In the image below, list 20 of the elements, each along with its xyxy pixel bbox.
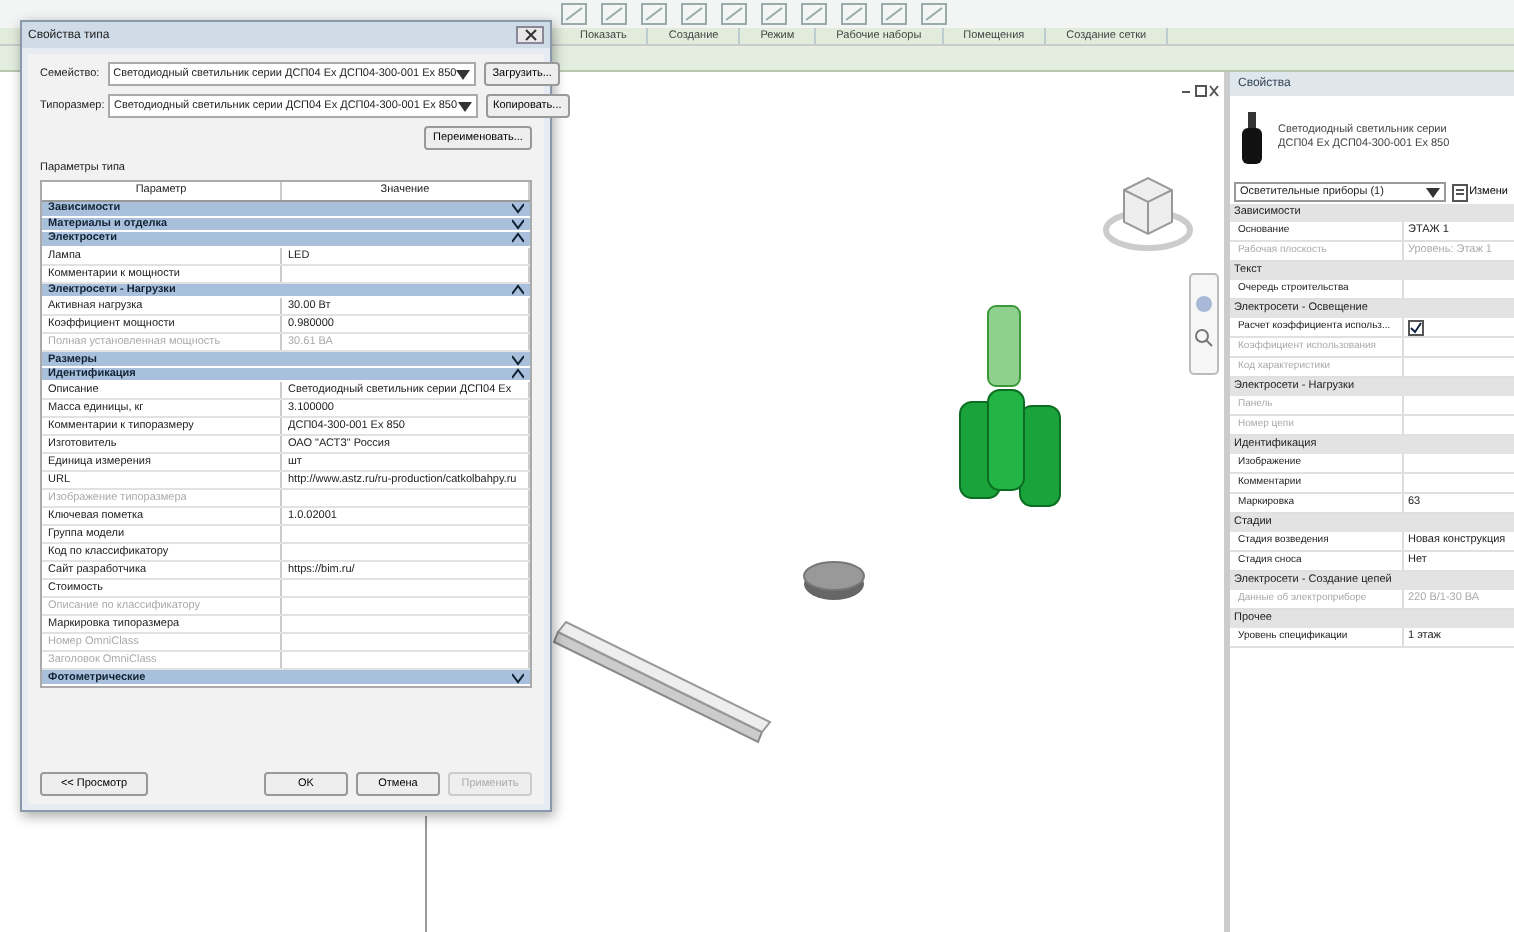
tool-icon [920,2,948,26]
window-controls-icon [1180,84,1220,100]
tool-icon [560,2,588,26]
disc-model-drawing [800,556,868,604]
tool-icon [840,2,868,26]
tool-icon [720,2,748,26]
close-button[interactable] [516,26,544,44]
tool-icon [600,2,628,26]
tool-icon [880,2,908,26]
caret-icon [457,101,472,111]
leader-line [424,816,428,932]
caret-icon [1425,187,1440,197]
tool-icon [680,2,708,26]
luminaire-icon [1238,110,1266,166]
close-icon [523,28,537,42]
tool-icon [640,2,668,26]
tool-icon [760,2,788,26]
tool-icon [800,2,828,26]
edit-type-icon [1451,183,1468,201]
checkbox[interactable] [1408,319,1424,335]
